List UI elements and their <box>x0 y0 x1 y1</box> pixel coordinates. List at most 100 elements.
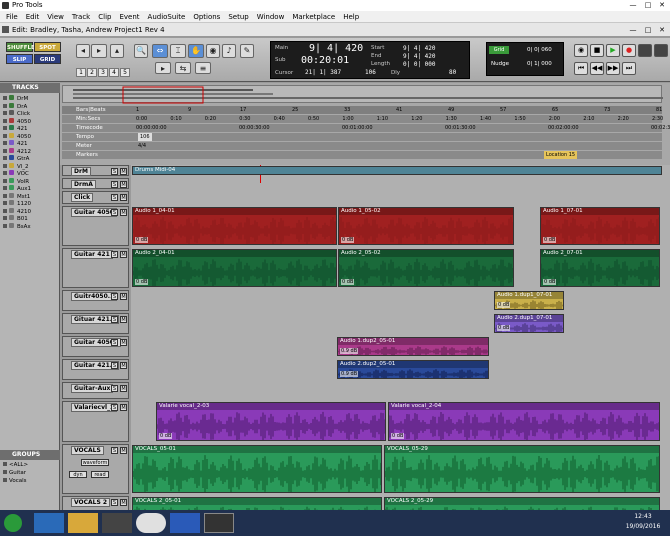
track-visible-dot-icon[interactable] <box>3 171 7 175</box>
menu-marketplace[interactable]: Marketplace <box>288 11 339 22</box>
track-header[interactable]: Guitar 421 S M <box>62 248 129 288</box>
online-icon[interactable]: ◉ <box>574 44 588 57</box>
track-visible-dot-icon[interactable] <box>3 103 7 108</box>
audio-clip[interactable]: VOCALS_05-29 <box>384 445 660 493</box>
group-item[interactable]: Guitar <box>3 470 57 477</box>
cursor-option-icon[interactable]: ▸ <box>155 62 171 74</box>
track-header[interactable]: DrmA S M <box>62 178 129 189</box>
track-list-item[interactable]: 421 <box>3 140 57 147</box>
mute-button[interactable]: M <box>120 404 127 411</box>
shuffle-mode-button[interactable]: SHUFFLE <box>6 42 35 52</box>
tempo-ruler[interactable]: Tempo 106 <box>62 133 662 141</box>
fast-forward-icon[interactable]: ▶▶ <box>606 62 620 75</box>
audio-clip[interactable]: VOCALS 2_05-01 <box>132 497 382 510</box>
track-name[interactable]: Click <box>71 193 94 202</box>
track-visible-dot-icon[interactable] <box>3 148 7 153</box>
track-list-item[interactable]: 4212 <box>3 147 57 155</box>
file-explorer-icon[interactable] <box>68 513 98 533</box>
start-value[interactable]: 9| 4| 420 <box>403 45 436 52</box>
track-visible-dot-icon[interactable] <box>3 193 7 198</box>
tempo-value[interactable]: 106 <box>138 133 152 141</box>
audio-clip[interactable]: Drums Midi-04 <box>132 166 662 175</box>
track-name[interactable]: VOCALS 2 <box>71 498 111 507</box>
audio-clip[interactable]: Audio 2.dup1_07-01 0 dB <box>494 314 564 333</box>
zoom-vertical-icon[interactable]: ▴ <box>110 44 124 58</box>
solo-button[interactable]: S <box>111 339 118 346</box>
menu-file[interactable]: File <box>2 11 22 22</box>
tab-option-icon[interactable]: ≡ <box>195 62 211 74</box>
mute-button[interactable]: M <box>120 251 127 258</box>
track-visible-dot-icon[interactable] <box>3 96 7 100</box>
solo-button[interactable]: S <box>111 316 118 323</box>
clock-date[interactable]: 19/09/2016 <box>620 523 666 530</box>
main-counter-value[interactable]: 9| 4| 420 <box>309 43 363 54</box>
mute-button[interactable]: M <box>120 316 127 323</box>
solo-button[interactable]: S <box>111 362 118 369</box>
end-value[interactable]: 9| 4| 420 <box>403 53 436 60</box>
grid-button[interactable]: Grid <box>489 46 509 54</box>
audio-clip[interactable]: Audio 2_04-01 0 dB <box>132 249 337 287</box>
doc-minimize-button[interactable]: — <box>626 26 640 35</box>
nudge-value[interactable]: 0| 1| 000 <box>527 61 552 67</box>
meter-ruler[interactable]: Meter 4/4 <box>62 142 662 150</box>
word-icon[interactable] <box>170 513 200 533</box>
min-secs-ruler[interactable]: Min:Secs 0:00 0:10 0:20 0:30 0:40 0:50 1:00 1:1… <box>62 115 663 123</box>
dly-label[interactable]: Dly <box>391 70 400 76</box>
track-list-item[interactable]: BsAx <box>3 222 57 230</box>
track-header[interactable]: Valariecvl_2 S M <box>62 401 129 442</box>
track-visible-dot-icon[interactable] <box>3 126 7 130</box>
solo-button[interactable]: S <box>111 194 118 201</box>
slip-mode-button[interactable]: SLIP <box>6 54 33 64</box>
track-name[interactable]: Guitar-Aux <box>71 384 114 393</box>
mute-button[interactable]: M <box>120 181 127 188</box>
track-list-item[interactable]: Mst1 <box>3 192 57 200</box>
track-list-item[interactable]: 4050 <box>3 132 57 140</box>
menu-help[interactable]: Help <box>339 11 363 22</box>
track-list-item[interactable]: Aux1 <box>3 185 57 192</box>
track-visible-dot-icon[interactable] <box>3 201 7 205</box>
menu-view[interactable]: View <box>43 11 68 22</box>
return-to-zero-icon[interactable]: ⏮ <box>574 62 588 75</box>
link-option-icon[interactable]: ⇆ <box>175 62 191 74</box>
track-name[interactable]: DrM <box>71 167 91 176</box>
track-list-item[interactable]: 421 <box>3 125 57 132</box>
rewind-icon[interactable]: ◀◀ <box>590 62 604 75</box>
clock-time[interactable]: 12:43 <box>620 513 666 520</box>
audio-clip[interactable]: Audio 2_07-01 0 dB <box>540 249 660 287</box>
solo-button[interactable]: S <box>111 385 118 392</box>
speaker-tool-icon[interactable]: ♪ <box>222 44 236 58</box>
track-list-item[interactable]: Vl_2 <box>3 162 57 170</box>
track-visible-dot-icon[interactable] <box>3 178 7 183</box>
menu-options[interactable]: Options <box>189 11 224 22</box>
maximize-button[interactable]: □ <box>641 1 655 10</box>
solo-button[interactable]: S <box>111 168 118 175</box>
track-visible-dot-icon[interactable] <box>3 186 7 190</box>
zoom-in-horizontal-icon[interactable]: ▸ <box>91 44 107 58</box>
track-header[interactable]: Gituar 421.1 S M <box>62 313 129 334</box>
group-item[interactable]: <ALL> <box>3 462 57 469</box>
audio-clip[interactable]: Audio 2_05-02 0 dB <box>338 249 514 287</box>
track-name[interactable]: Guitar 421 <box>71 250 113 259</box>
nudge-label[interactable]: Nudge <box>491 61 509 67</box>
grid-mode-button[interactable]: GRID <box>34 54 61 64</box>
marker-location-15[interactable]: Location 15 <box>544 151 578 159</box>
track-visible-dot-icon[interactable] <box>3 133 7 138</box>
mute-button[interactable]: M <box>120 499 127 506</box>
track-automation-control[interactable]: dyn <box>69 471 87 478</box>
solo-button[interactable]: S <box>111 499 118 506</box>
audio-clip[interactable]: Valarie vocal_2-04 0 dB <box>388 402 660 441</box>
zoom-preset-1[interactable]: 1 <box>76 68 86 77</box>
stop-icon[interactable]: ■ <box>590 44 604 57</box>
mute-button[interactable]: M <box>120 168 127 175</box>
trim-tool-icon[interactable]: ⇔ <box>152 44 168 58</box>
zoom-preset-5[interactable]: 5 <box>120 68 130 77</box>
zoom-preset-3[interactable]: 3 <box>98 68 108 77</box>
length-value[interactable]: 0| 0| 000 <box>403 61 436 68</box>
tracks-panel-title[interactable]: TRACKS <box>0 83 60 93</box>
grabber-tool-icon[interactable]: ✋ <box>188 44 204 58</box>
bars-beats-ruler[interactable]: Bars|Beats 1 9 17 25 33 41 49 57 65 73 81 <box>62 106 662 114</box>
track-header[interactable]: DrM S M <box>62 165 129 176</box>
selector-tool-icon[interactable]: ⌶ <box>170 44 186 58</box>
track-list-item[interactable]: B01 <box>3 215 57 222</box>
doc-maximize-button[interactable]: □ <box>641 26 655 35</box>
